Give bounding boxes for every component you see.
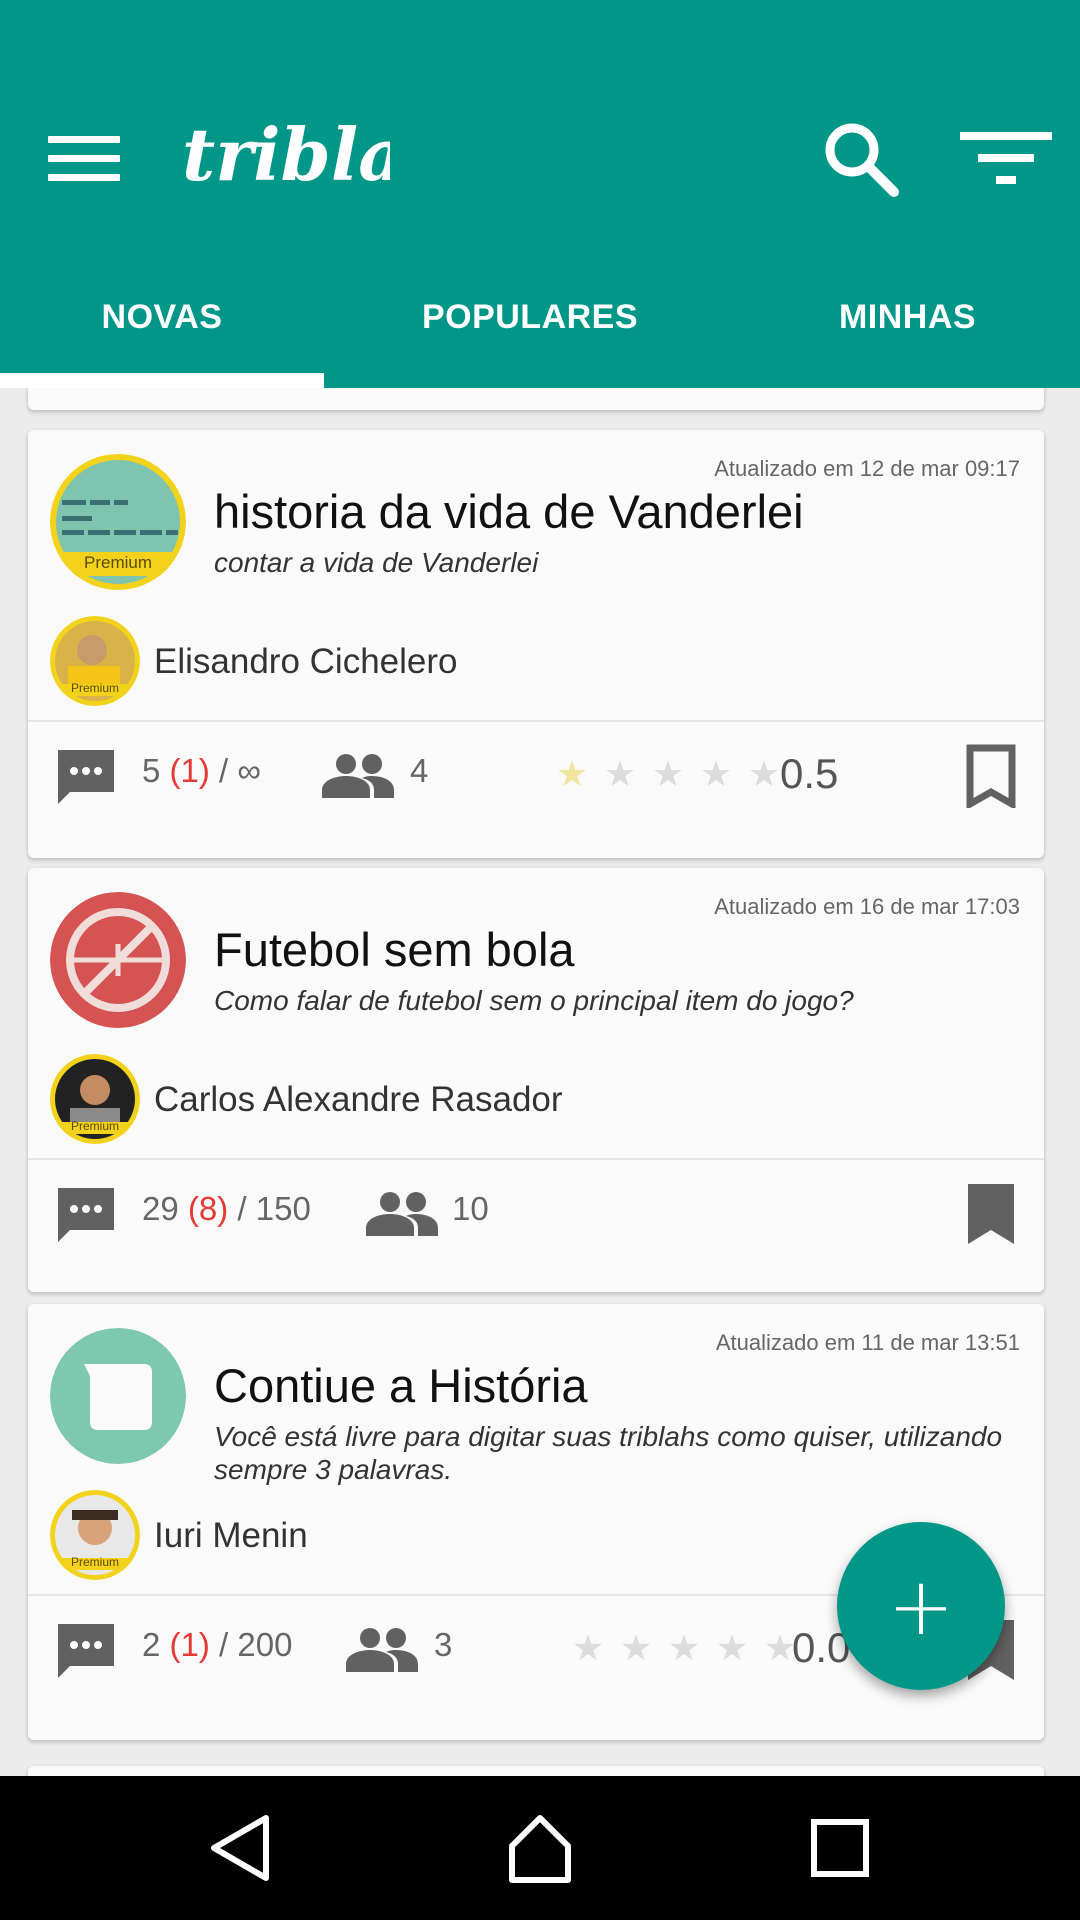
chat-icon[interactable] — [54, 746, 118, 810]
tab-bar: NOVAS POPULARES MINHAS — [0, 268, 1080, 388]
topic-title: historia da vida de Vanderlei — [214, 485, 804, 538]
system-nav-bar — [0, 1776, 1080, 1920]
premium-badge: Premium — [70, 1119, 119, 1133]
bookmark-filled-icon[interactable] — [966, 1182, 1016, 1246]
tab-minhas[interactable]: MINHAS — [760, 268, 1055, 388]
topic-title: Contiue a História — [214, 1359, 588, 1412]
star-icon: ★ — [699, 754, 733, 795]
home-icon[interactable] — [500, 1808, 580, 1888]
avatar: Premium — [50, 616, 140, 706]
star-rating[interactable]: ★ ★ ★ ★ ★ — [564, 1624, 804, 1674]
chat-icon[interactable] — [54, 1620, 118, 1684]
star-icon: ★ — [651, 754, 685, 795]
people-icon — [322, 754, 394, 798]
card-divider — [28, 720, 1044, 722]
rating-value: 0.5 — [780, 750, 839, 797]
premium-badge: Premium — [83, 553, 152, 572]
updated-timestamp: Atualizado em 11 de mar 13:51 — [715, 1330, 1020, 1355]
card-divider — [28, 1158, 1044, 1160]
author-name: Iuri Menin — [154, 1516, 308, 1555]
topic-description: contar a vida de Vanderlei — [214, 547, 539, 578]
back-icon[interactable] — [200, 1808, 280, 1888]
star-icon: ★ — [571, 1628, 605, 1669]
speech-topic-icon — [50, 1328, 186, 1464]
card-footer: 29 (8) / 150 10 — [28, 1166, 1044, 1256]
topic-card[interactable]: Atualizado em 12 de mar 09:17 Premium hi… — [28, 430, 1044, 858]
updated-timestamp: Atualizado em 12 de mar 09:17 — [714, 456, 1020, 481]
tab-novas[interactable]: NOVAS — [0, 268, 324, 388]
no-ball-topic-icon — [50, 892, 186, 1028]
author-name: Elisandro Cichelero — [154, 642, 458, 681]
people-icon — [346, 1628, 418, 1672]
bookmark-outline-icon[interactable] — [966, 744, 1016, 808]
recents-icon[interactable] — [800, 1808, 880, 1888]
tab-populares[interactable]: POPULARES — [370, 268, 690, 388]
topic-description: Como falar de futebol sem o principal it… — [214, 985, 854, 1016]
topic-title: Futebol sem bola — [214, 923, 575, 976]
premium-badge: Premium — [70, 1555, 119, 1569]
add-topic-button[interactable]: + — [837, 1522, 1005, 1690]
card-footer: 5 (1) / ∞ 4 ★ ★ ★ ★ ★ 0.5 — [28, 728, 1044, 818]
star-rating[interactable]: ★ ★ ★ ★ ★ — [548, 750, 788, 800]
previous-card-edge — [28, 388, 1044, 410]
star-icon: ★ — [603, 754, 637, 795]
message-count: 2 (1) / 200 — [142, 1626, 293, 1663]
hamburger-menu-icon[interactable] — [40, 128, 120, 188]
plus-icon: + — [887, 1559, 955, 1653]
updated-timestamp: Atualizado em 16 de mar 17:03 — [714, 894, 1020, 919]
avatar: Premium — [50, 1490, 140, 1580]
search-icon[interactable] — [820, 118, 900, 198]
participant-count: 10 — [452, 1190, 489, 1227]
message-count: 29 (8) / 150 — [142, 1190, 311, 1227]
svg-text:triblah: triblah — [182, 112, 390, 197]
tab-indicator — [0, 373, 324, 388]
participant-count: 3 — [434, 1626, 453, 1663]
participant-count: 4 — [410, 752, 429, 789]
message-count: 5 (1) / ∞ — [142, 752, 261, 789]
star-icon: ★ — [667, 1628, 701, 1669]
star-icon: ★ — [715, 1628, 749, 1669]
next-card-edge — [28, 1766, 1044, 1776]
people-icon — [366, 1192, 438, 1236]
premium-badge: Premium — [70, 681, 119, 695]
topic-icon: Premium — [50, 454, 186, 590]
topic-description: Você está livre para digitar suas tribla… — [214, 1421, 1003, 1485]
filter-icon[interactable] — [960, 128, 1052, 188]
star-icon: ★ — [555, 754, 589, 795]
topic-card[interactable]: Atualizado em 16 de mar 17:03 Futebol se… — [28, 868, 1044, 1292]
app-logo: triblah — [182, 112, 390, 197]
avatar: Premium — [50, 1054, 140, 1144]
author-name: Carlos Alexandre Rasador — [154, 1080, 563, 1119]
chat-icon[interactable] — [54, 1184, 118, 1248]
star-icon: ★ — [619, 1628, 653, 1669]
